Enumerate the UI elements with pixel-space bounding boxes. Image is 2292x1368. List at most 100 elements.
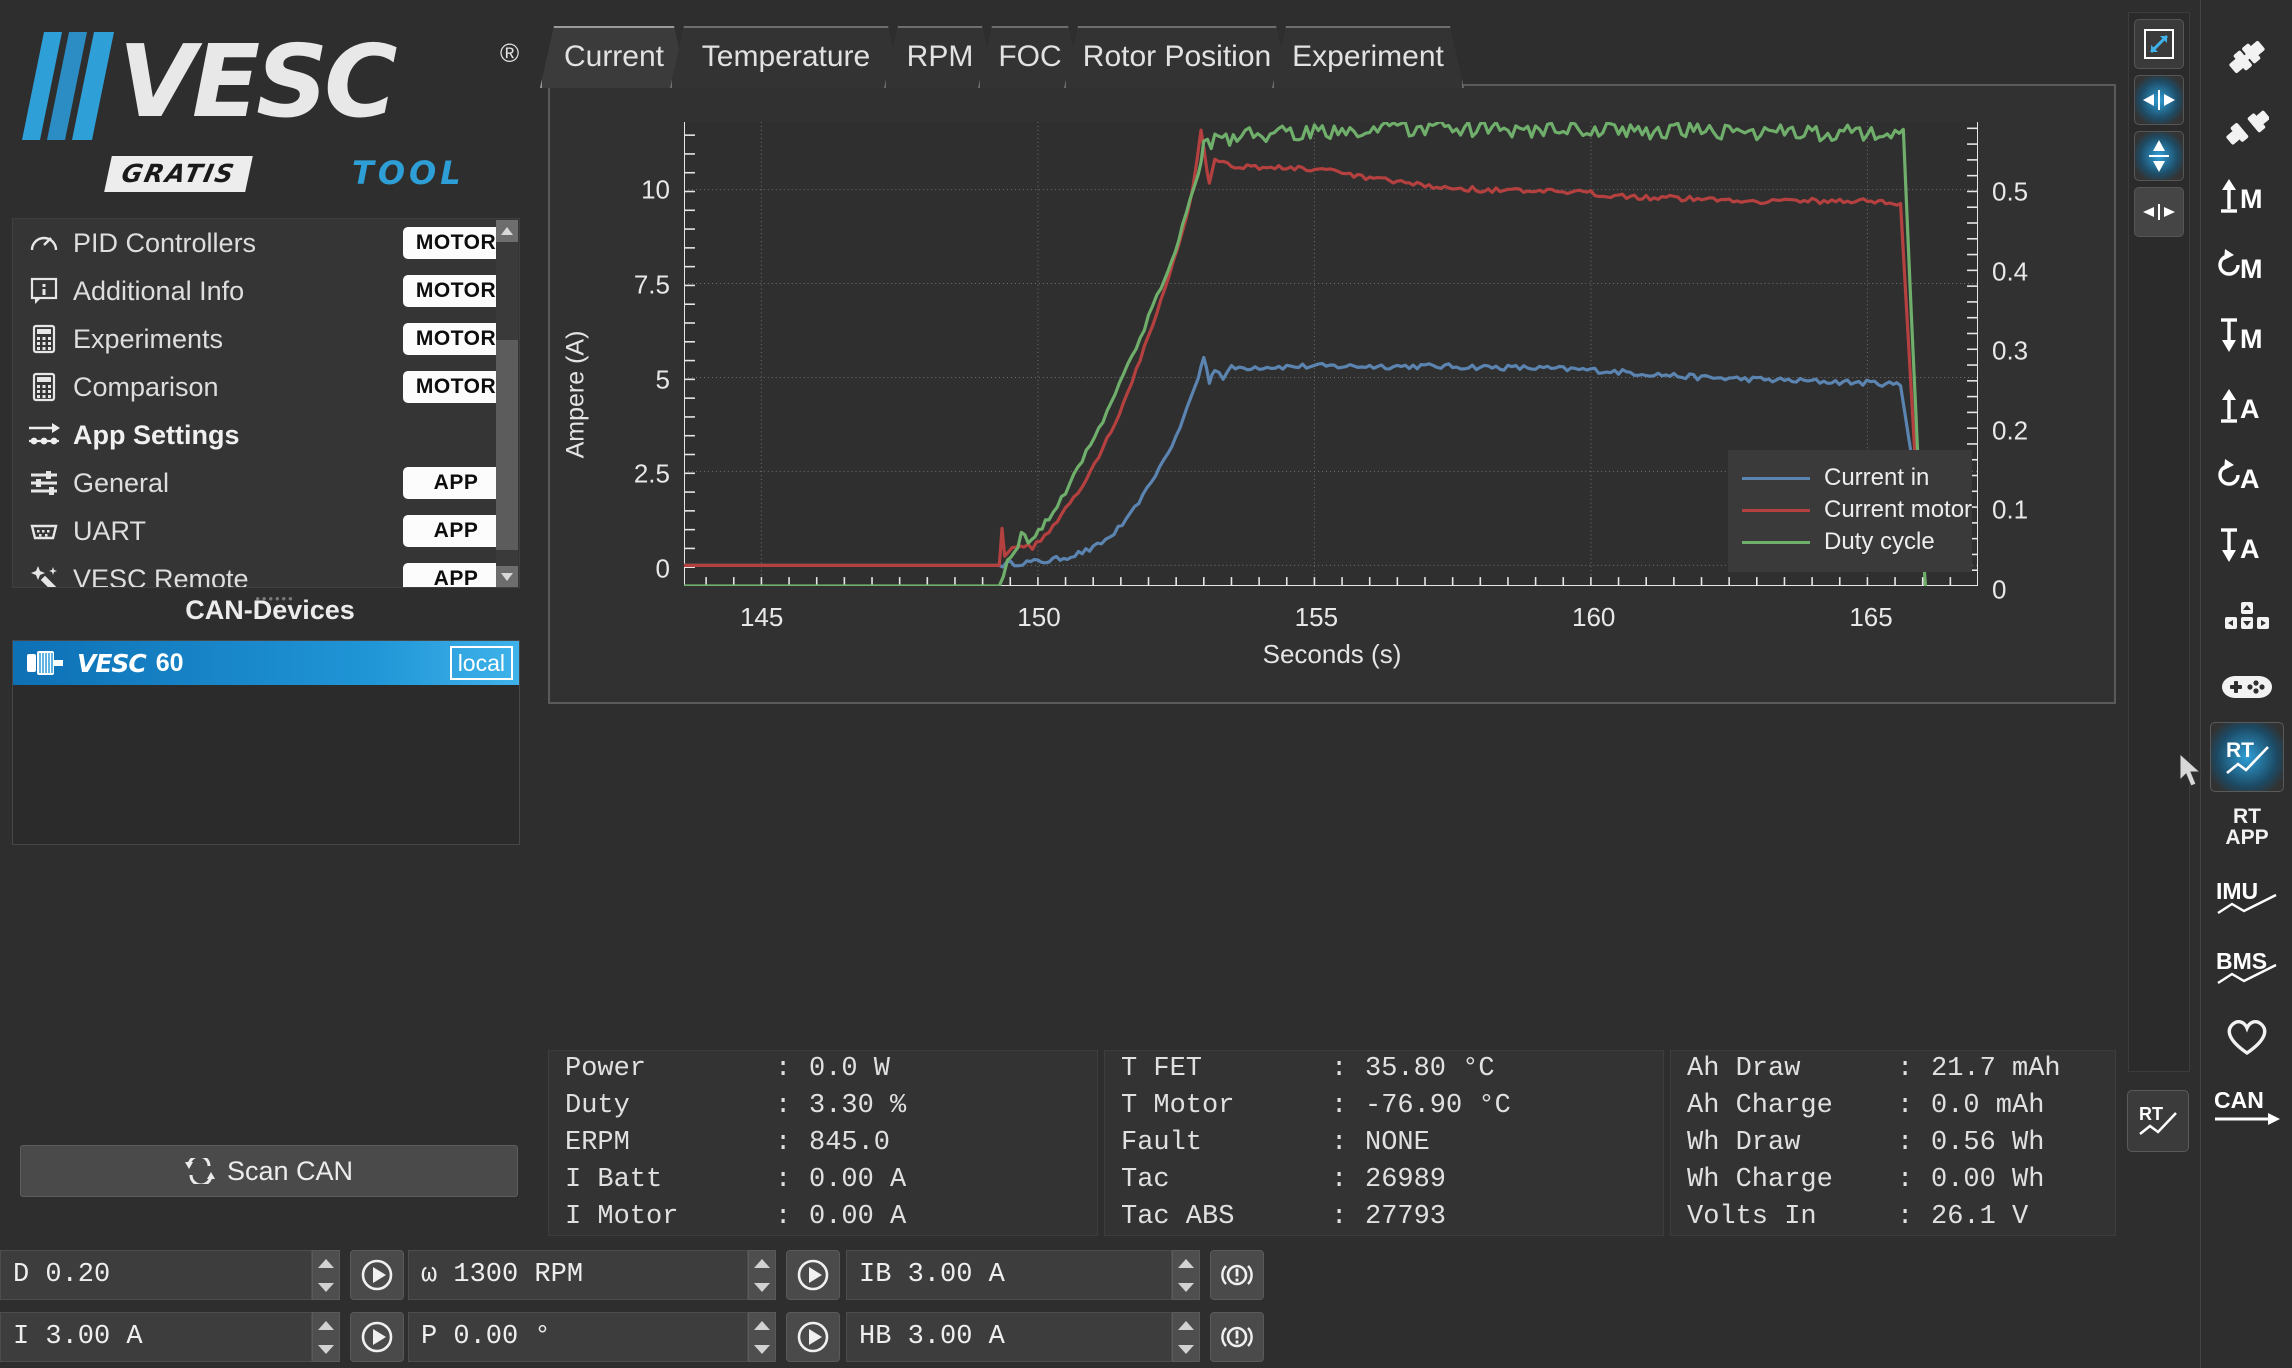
zoom-auto-icon[interactable] xyxy=(2134,19,2184,69)
duty-field-stepper[interactable] xyxy=(312,1250,340,1300)
scan-can-button[interactable]: Scan CAN xyxy=(20,1145,518,1197)
brake-icon[interactable] xyxy=(1210,1250,1264,1300)
y-axis-right-tick: 0.3 xyxy=(1992,335,2029,366)
tab-experiment[interactable]: Experiment xyxy=(1272,26,1464,88)
sidebar-item-experiments[interactable]: Experiments MOTOR xyxy=(13,315,519,363)
can-devices-list[interactable]: VESC 60 local xyxy=(12,640,520,845)
data-row: Wh Charge:0.00 Wh xyxy=(1671,1162,2115,1199)
zoom-horizontal-icon[interactable] xyxy=(2134,75,2184,125)
plot-area[interactable]: 0 2.5 5 7.5 10 0 0.1 0.2 0.3 0.4 0.5 145 150 155 160 16… xyxy=(634,119,2028,632)
tab-bar[interactable]: Current Temperature RPM FOC Rotor Position Ex… xyxy=(540,14,2120,88)
tab-label: Temperature xyxy=(701,40,871,73)
rpm-field[interactable]: ω 1300 RPM xyxy=(408,1250,748,1300)
tab-rpm[interactable]: RPM xyxy=(884,26,996,88)
reload-app-icon[interactable]: A xyxy=(2201,442,2292,512)
data-value: NONE xyxy=(1365,1128,1430,1158)
connect-icon[interactable] xyxy=(2201,22,2292,92)
main-toolbar[interactable]: M M M A A A RT RT APP IMU BMS CAN xyxy=(2200,0,2292,1368)
data-colon: : xyxy=(1331,1202,1348,1232)
data-row: Fault: NONE xyxy=(1105,1125,1663,1162)
data-row: Duty:3.30 % xyxy=(549,1088,1097,1125)
realtime-data-icon[interactable]: RT xyxy=(2209,722,2284,792)
can-forward-icon[interactable]: CAN xyxy=(2201,1072,2292,1142)
gauge-icon xyxy=(27,226,61,260)
data-key: Duty xyxy=(565,1091,630,1121)
current-field-stepper[interactable] xyxy=(312,1312,340,1362)
gamepad-icon[interactable] xyxy=(2201,652,2292,722)
data-colon: : xyxy=(1897,1054,1914,1084)
data-row: ERPM:845.0 xyxy=(549,1125,1097,1162)
pan-horizontal-icon[interactable] xyxy=(2134,187,2184,237)
sidebar-item-label: PID Controllers xyxy=(73,227,257,258)
realtime-toggle-icon[interactable]: RT xyxy=(2127,1090,2189,1152)
data-value: 26.1 V xyxy=(1931,1202,2029,1232)
y-axis-right-tick: 0 xyxy=(1992,574,2007,605)
sidebar-item-label: Experiments xyxy=(73,323,224,354)
data-value: 0.00 A xyxy=(809,1165,907,1195)
tab-current[interactable]: Current xyxy=(540,26,688,88)
brake-ib-field[interactable]: IB 3.00 A xyxy=(846,1250,1172,1300)
x-axis-tick: 165 xyxy=(1849,602,1893,632)
data-colon: : xyxy=(1331,1165,1348,1195)
data-key: ERPM xyxy=(565,1128,630,1158)
brake-icon[interactable] xyxy=(1210,1312,1264,1362)
brake-hb-field[interactable]: HB 3.00 A xyxy=(846,1312,1172,1362)
keyboard-control-icon[interactable] xyxy=(2201,582,2292,652)
play-icon[interactable] xyxy=(350,1250,404,1300)
download-app-icon[interactable]: A xyxy=(2201,512,2292,582)
sidebar-item-vesc-remote[interactable]: VESC Remote APP xyxy=(13,555,519,587)
sidebar-item-general[interactable]: General APP xyxy=(13,459,519,507)
play-icon[interactable] xyxy=(786,1250,840,1300)
svg-text:BMS: BMS xyxy=(2216,948,2267,974)
sidebar-item-additional-info[interactable]: Additional Info MOTOR xyxy=(13,267,519,315)
disconnect-icon[interactable] xyxy=(2201,92,2292,162)
duty-field[interactable]: D 0.20 xyxy=(0,1250,312,1300)
svg-text:RT: RT xyxy=(2226,739,2254,762)
data-key: Wh Charge xyxy=(1687,1165,1833,1195)
nav-list[interactable]: PID Controllers MOTOR Additional Info MOTOR… xyxy=(12,218,520,588)
sliders-icon xyxy=(27,466,61,500)
position-field[interactable]: P 0.00 ° xyxy=(408,1312,748,1362)
reload-motor-icon[interactable]: M xyxy=(2201,232,2292,302)
can-devices-title: CAN-Devices xyxy=(185,595,355,625)
brake-ib-field-stepper[interactable] xyxy=(1172,1250,1200,1300)
chart-legend: Current in Current motor Duty cycle xyxy=(1728,450,1972,572)
sidebar-item-app-settings[interactable]: App Settings xyxy=(13,411,519,459)
data-key: I Motor xyxy=(565,1202,679,1232)
data-colon: : xyxy=(775,1128,792,1158)
sidebar-item-uart[interactable]: UART APP xyxy=(13,507,519,555)
logo-wordmark: VESC xyxy=(118,23,397,140)
bottom-control-bar[interactable]: D 0.20 ω 1300 RPM IB 3.00 A I 3.00 A P 0.00 … xyxy=(0,1240,2200,1368)
data-key: Power xyxy=(565,1054,647,1084)
tab-label: RPM xyxy=(906,40,974,73)
position-field-stepper[interactable] xyxy=(748,1312,776,1362)
play-icon[interactable] xyxy=(350,1312,404,1362)
sidebar-item-badge: APP xyxy=(403,515,509,547)
upload-motor-icon[interactable]: M xyxy=(2201,162,2292,232)
imu-data-icon[interactable]: IMU xyxy=(2201,862,2292,932)
play-icon[interactable] xyxy=(786,1312,840,1362)
rpm-field-stepper[interactable] xyxy=(748,1250,776,1300)
data-row: Ah Draw:21.7 mAh xyxy=(1671,1051,2115,1088)
can-device-row[interactable]: VESC 60 local xyxy=(13,641,519,685)
sidebar-item-comparison[interactable]: Comparison MOTOR xyxy=(13,363,519,411)
upload-app-icon[interactable]: A xyxy=(2201,372,2292,442)
tab-rotor-position[interactable]: Rotor Position xyxy=(1064,26,1290,88)
zoom-vertical-icon[interactable] xyxy=(2134,131,2184,181)
svg-text:M: M xyxy=(2240,254,2263,284)
brake-hb-field-stepper[interactable] xyxy=(1172,1312,1200,1362)
chart-zoom-toolbar[interactable] xyxy=(2128,12,2190,1072)
current-field[interactable]: I 3.00 A xyxy=(0,1312,312,1362)
logo-bars-icon xyxy=(22,32,114,140)
realtime-app-icon[interactable]: RT APP xyxy=(2201,792,2292,862)
tab-temperature[interactable]: Temperature xyxy=(670,26,902,88)
health-icon[interactable] xyxy=(2201,1002,2292,1072)
rpm-field-group: ω 1300 RPM xyxy=(408,1250,840,1300)
download-motor-icon[interactable]: M xyxy=(2201,302,2292,372)
data-key: I Batt xyxy=(565,1165,663,1195)
bms-data-icon[interactable]: BMS xyxy=(2201,932,2292,1002)
data-value: 845.0 xyxy=(809,1128,891,1158)
sidebar-item-pid-controllers[interactable]: PID Controllers MOTOR xyxy=(13,219,519,267)
data-value: 26989 xyxy=(1365,1165,1447,1195)
data-key: Tac xyxy=(1121,1165,1170,1195)
